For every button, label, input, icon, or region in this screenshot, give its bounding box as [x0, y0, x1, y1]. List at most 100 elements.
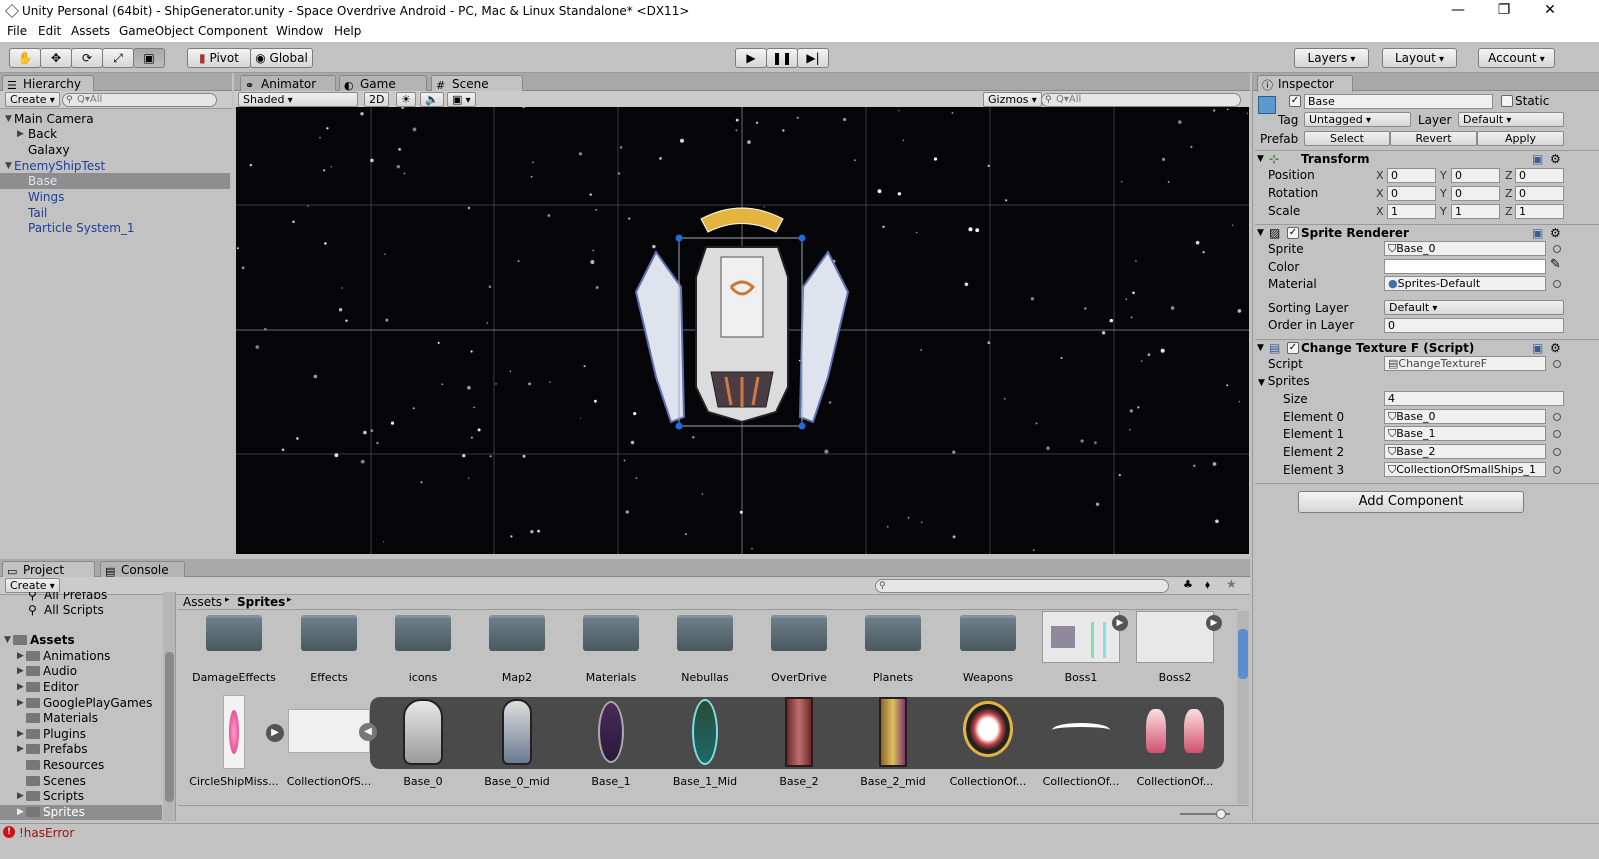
asset-folder-icons[interactable]: icons — [376, 611, 470, 686]
2d-toggle[interactable]: 2D — [364, 92, 390, 107]
gear-icon[interactable]: ⚙ — [1550, 340, 1561, 356]
asset-grid-scrollbar[interactable] — [1237, 611, 1249, 804]
hierarchy-item-main-camera[interactable]: ▼ Main Camera — [0, 111, 230, 127]
add-component-button[interactable]: Add Component — [1298, 491, 1524, 513]
asset-folder-weapons[interactable]: Weapons — [941, 611, 1035, 686]
asset-base-2[interactable]: Base_2 — [752, 695, 846, 788]
tree-item-all-scripts[interactable]: ⚲ All Scripts — [0, 603, 162, 618]
object-picker-icon[interactable] — [1553, 413, 1561, 421]
asset-folder-effects[interactable]: Effects — [282, 611, 376, 686]
project-search-input[interactable] — [875, 579, 1169, 593]
project-create-button[interactable]: Create — [5, 578, 60, 593]
sprites-foldout[interactable]: ▼ Sprites — [1258, 374, 1310, 388]
static-checkbox[interactable] — [1501, 95, 1513, 107]
menu-file[interactable]: File — [7, 24, 27, 38]
tag-dropdown[interactable]: Untagged — [1304, 112, 1411, 127]
hierarchy-item-tail[interactable]: Tail — [0, 205, 230, 221]
tree-item-assets[interactable]: ▼ Assets — [0, 633, 162, 648]
object-picker-icon[interactable] — [1553, 466, 1561, 474]
asset-folder-planets[interactable]: Planets — [846, 611, 940, 686]
tab-animator[interactable]: ⚭ Animator — [240, 75, 336, 92]
asset-base-1-mid[interactable]: Base_1_Mid — [658, 695, 752, 788]
icon-size-slider[interactable] — [1180, 809, 1230, 819]
tree-item-animations[interactable]: ▶ Animations — [0, 649, 162, 664]
hierarchy-item-galaxy[interactable]: Galaxy — [0, 142, 230, 158]
order-in-layer-input[interactable]: 0 — [1384, 318, 1564, 333]
status-error-text[interactable]: !hasError — [19, 826, 74, 840]
help-icon[interactable]: ▣ — [1532, 151, 1543, 167]
breadcrumb-assets[interactable]: Assets — [183, 595, 222, 609]
rotate-tool-icon[interactable]: ⟳ — [71, 48, 103, 68]
tree-item-sprites[interactable]: ▶ Sprites — [0, 805, 162, 820]
position-y-input[interactable]: 0 — [1451, 168, 1500, 183]
scale-x-input[interactable]: 1 — [1387, 204, 1436, 219]
object-name-input[interactable]: Base — [1304, 94, 1493, 109]
sprite-renderer-header[interactable]: ▼ ▨ ✓ Sprite Renderer ▣ ⚙ — [1255, 224, 1599, 241]
position-z-input[interactable]: 0 — [1515, 168, 1564, 183]
tree-item-all-prefabs[interactable]: ⚲ All Prefabs — [0, 592, 162, 603]
effects-dropdown-icon[interactable]: ▣ — [447, 92, 476, 107]
color-swatch[interactable] — [1384, 259, 1546, 274]
filter-type-icon[interactable]: ♣ — [1183, 578, 1193, 591]
global-toggle[interactable]: ◉ Global — [250, 48, 313, 68]
script-component-header[interactable]: ▼ ▤ ✓ Change Texture F (Script) ▣ ⚙ — [1255, 339, 1599, 356]
element-3-field[interactable]: ⛉CollectionOfSmallShips_1 — [1384, 462, 1546, 477]
rotation-y-input[interactable]: 0 — [1451, 186, 1500, 201]
gear-icon[interactable]: ⚙ — [1550, 225, 1561, 241]
tree-item-scenes[interactable]: Scenes — [0, 774, 162, 789]
play-button[interactable]: ▶ — [735, 48, 767, 68]
filter-label-icon[interactable]: ⬧ — [1205, 578, 1210, 592]
script-field[interactable]: ▤ChangeTextureF — [1384, 356, 1546, 371]
asset-collectionof-3[interactable]: CollectionOf... — [1128, 695, 1222, 788]
asset-base-0-mid[interactable]: Base_0_mid — [470, 695, 564, 788]
tab-hierarchy[interactable]: ☰ Hierarchy — [2, 75, 94, 92]
asset-boss2[interactable]: ▶ Boss2 — [1128, 611, 1222, 686]
move-tool-icon[interactable]: ✥ — [40, 48, 72, 68]
hierarchy-item-enemyshiptest[interactable]: ▼ EnemyShipTest — [0, 158, 230, 174]
object-picker-icon[interactable] — [1553, 360, 1561, 368]
hierarchy-item-wings[interactable]: Wings — [0, 189, 230, 205]
collapse-play-icon[interactable]: ◀ — [359, 723, 377, 741]
tab-game[interactable]: ◐ Game — [339, 75, 427, 92]
asset-collectionof-2[interactable]: CollectionOf... — [1034, 695, 1128, 788]
rotation-z-input[interactable]: 0 — [1515, 186, 1564, 201]
element-1-field[interactable]: ⛉Base_1 — [1384, 426, 1546, 441]
audio-toggle-icon[interactable]: 🔈 — [420, 92, 444, 107]
scale-z-input[interactable]: 1 — [1515, 204, 1564, 219]
hierarchy-create-button[interactable]: Create — [5, 92, 60, 107]
hierarchy-item-particle-system[interactable]: Particle System_1 — [0, 220, 230, 236]
tab-console[interactable]: ▤ Console — [100, 561, 185, 578]
menu-edit[interactable]: Edit — [38, 24, 61, 38]
asset-folder-materials[interactable]: Materials — [564, 611, 658, 686]
tab-inspector[interactable]: ⓘ Inspector — [1257, 75, 1353, 92]
favorite-star-icon[interactable]: ★ — [1226, 577, 1237, 591]
sorting-layer-dropdown[interactable]: Default — [1384, 300, 1564, 315]
layout-dropdown[interactable]: Layout — [1382, 48, 1457, 68]
pause-button[interactable]: ❚❚ — [766, 48, 798, 68]
tree-item-resources[interactable]: Resources — [0, 758, 162, 773]
asset-folder-map2[interactable]: Map2 — [470, 611, 564, 686]
hierarchy-item-base[interactable]: Base — [0, 173, 230, 189]
minimize-button[interactable]: — — [1435, 0, 1481, 22]
element-2-field[interactable]: ⛉Base_2 — [1384, 444, 1546, 459]
asset-base-2-mid[interactable]: Base_2_mid — [846, 695, 940, 788]
script-enabled-checkbox[interactable]: ✓ — [1287, 342, 1299, 354]
layers-dropdown[interactable]: Layers — [1294, 48, 1369, 68]
rotation-x-input[interactable]: 0 — [1387, 186, 1436, 201]
gear-icon[interactable]: ⚙ — [1550, 151, 1561, 167]
active-checkbox[interactable]: ✓ — [1289, 95, 1301, 107]
asset-boss1[interactable]: ▶ Boss1 — [1034, 611, 1128, 686]
size-input[interactable]: 4 — [1384, 391, 1564, 406]
object-picker-icon[interactable] — [1553, 430, 1561, 438]
object-picker-icon[interactable] — [1553, 245, 1561, 253]
position-x-input[interactable]: 0 — [1387, 168, 1436, 183]
tree-item-prefabs[interactable]: ▶ Prefabs — [0, 742, 162, 757]
asset-folder-overdrive[interactable]: OverDrive — [752, 611, 846, 686]
sprite-renderer-enabled-checkbox[interactable]: ✓ — [1287, 227, 1299, 239]
prefab-revert-button[interactable]: Revert — [1390, 131, 1477, 146]
asset-collectionof-1[interactable]: CollectionOf... — [941, 695, 1035, 788]
help-icon[interactable]: ▣ — [1532, 340, 1543, 356]
tree-item-scripts[interactable]: ▶ Scripts — [0, 789, 162, 804]
tree-item-materials[interactable]: Materials — [0, 711, 162, 726]
pivot-toggle[interactable]: ▮ Pivot — [187, 48, 251, 68]
